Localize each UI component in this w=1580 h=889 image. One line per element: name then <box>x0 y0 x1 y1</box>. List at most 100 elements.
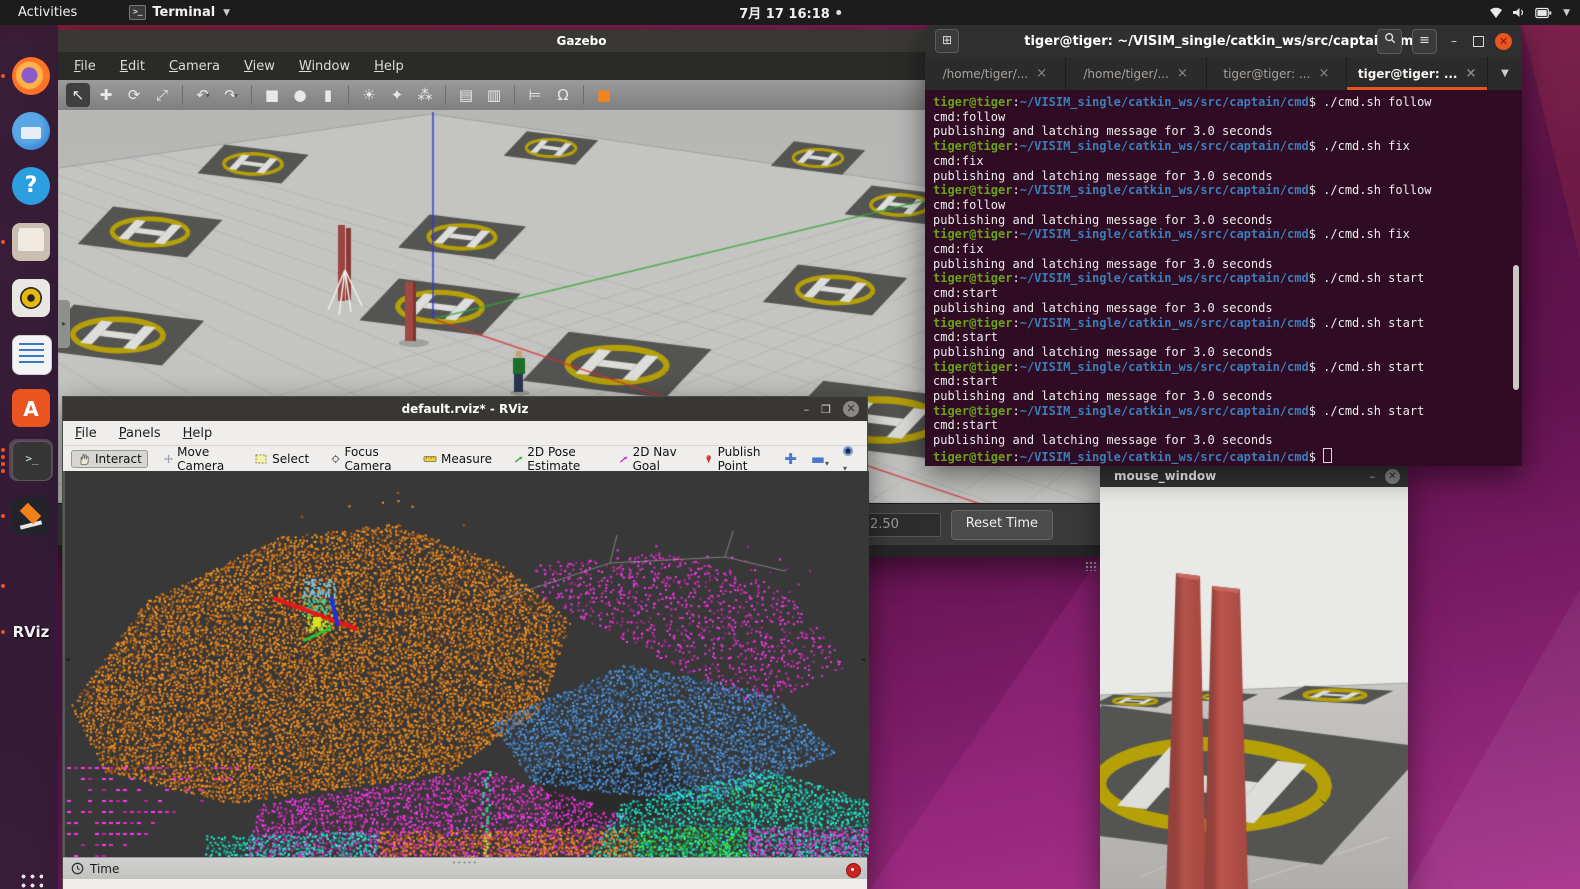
minimize-button[interactable]: – <box>1447 34 1461 48</box>
align-button[interactable]: ⊨ <box>523 83 547 107</box>
dock-item-gazebo[interactable] <box>9 495 53 537</box>
firefox-icon <box>12 57 50 95</box>
add-tool-button[interactable]: ✚ <box>784 450 797 468</box>
search-button[interactable] <box>1377 29 1402 54</box>
gazebo-menu-camera[interactable]: Camera <box>169 59 220 74</box>
tool-label: Select <box>272 452 309 466</box>
dock-item-rhythmbox[interactable] <box>9 277 53 319</box>
dock-item-gzclient[interactable] <box>9 565 53 607</box>
tab-close-button[interactable]: × <box>1036 66 1047 81</box>
mouse-3d-viewport[interactable] <box>1100 487 1408 889</box>
rviz-tool-2d-nav-goal[interactable]: 2D Nav Goal <box>613 443 688 475</box>
rviz-tool-move-camera[interactable]: Move Camera <box>158 443 238 475</box>
terminal-tab-4[interactable]: tiger@tiger: ...× <box>1347 57 1488 90</box>
scale-button[interactable]: ⤢ <box>150 83 174 107</box>
app-menu-button[interactable]: >_ Terminal ▼ <box>129 5 230 20</box>
gazebo-menu-file[interactable]: File <box>74 59 96 74</box>
running-indicator <box>1 55 5 97</box>
terminal-scrollbar-thumb[interactable] <box>1513 265 1519 390</box>
rviz-tool-2d-pose-estimate[interactable]: 2D Pose Estimate <box>508 443 603 475</box>
gazebo-menu-edit[interactable]: Edit <box>120 59 145 74</box>
prompt-line: tiger@tiger:~/VISIM_single/catkin_ws/src… <box>933 316 1522 331</box>
dock-item-rviz[interactable]: RViz <box>9 611 53 653</box>
view-angle-button[interactable]: ■ <box>592 83 616 107</box>
rviz-menubar: File Panels Help <box>63 421 867 445</box>
maximize-button[interactable] <box>1471 36 1485 47</box>
rviz-menu-file[interactable]: File <box>75 426 97 441</box>
tab-list-dropdown-button[interactable]: ▼ <box>1488 57 1522 90</box>
directional-light-button[interactable]: ⁂ <box>413 83 437 107</box>
dock-item-files[interactable] <box>9 221 53 263</box>
network-icon <box>1489 6 1503 19</box>
activities-button[interactable]: Activities <box>12 5 83 20</box>
indicator-dot <box>1 584 5 588</box>
red-pin-icon <box>704 452 713 466</box>
dock-item-libreoffice-writer[interactable] <box>9 333 53 375</box>
gazebo-left-panel-handle[interactable]: ▸ <box>58 300 70 348</box>
reset-time-button[interactable]: Reset Time <box>951 510 1053 540</box>
tab-close-button[interactable]: × <box>1318 66 1329 81</box>
dock-item-firefox[interactable] <box>9 55 53 97</box>
prompt-line: tiger@tiger:~/VISIM_single/catkin_ws/src… <box>933 404 1522 419</box>
terminal-tab-3[interactable]: tiger@tiger: ...× <box>1207 57 1348 90</box>
dock-item-ubuntu-software[interactable]: A <box>9 387 53 429</box>
terminal-tab-1[interactable]: /home/tiger/...× <box>925 57 1066 90</box>
time-panel-header[interactable]: ••••• Time <box>63 857 867 879</box>
dock-item-help[interactable]: ? <box>9 165 53 207</box>
terminal-output[interactable]: tiger@tiger:~/VISIM_single/catkin_ws/src… <box>925 90 1522 466</box>
spot-light-button[interactable]: ✦ <box>385 83 409 107</box>
dock-item-show-applications[interactable] <box>9 863 53 889</box>
rviz-tool-publish-point[interactable]: Publish Point <box>698 443 774 475</box>
time-panel-body <box>63 879 867 889</box>
close-button[interactable]: ✕ <box>1385 469 1400 484</box>
system-status-area[interactable]: ▼ <box>1489 6 1570 19</box>
translate-button[interactable]: ✚ <box>94 83 118 107</box>
gazebo-menu-help[interactable]: Help <box>374 59 404 74</box>
remove-tool-button[interactable]: ▬▾ <box>811 450 829 468</box>
terminal-tab-2[interactable]: /home/tiger/...× <box>1066 57 1207 90</box>
panel-drag-handle[interactable]: ••••• <box>452 859 478 867</box>
terminal-app-icon: >_ <box>129 5 146 20</box>
menu-button[interactable]: ≡ <box>1412 29 1437 54</box>
rviz-3d-viewport[interactable] <box>63 471 869 857</box>
time-panel-close-button[interactable] <box>846 863 861 878</box>
rotate-button[interactable]: ⟳ <box>122 83 146 107</box>
rviz-tool-select[interactable]: Select <box>248 450 315 468</box>
resize-grip[interactable] <box>1085 561 1097 571</box>
dock-item-thunderbird[interactable] <box>9 110 53 152</box>
gazebo-menu-window[interactable]: Window <box>299 59 350 74</box>
tab-close-button[interactable]: × <box>1177 66 1188 81</box>
paste-button[interactable]: ▥ <box>482 83 506 107</box>
tool-properties-button[interactable]: ▾ <box>843 445 853 473</box>
rviz-tool-measure[interactable]: Measure <box>417 450 498 468</box>
gazebo-menu-view[interactable]: View <box>244 59 275 74</box>
redo-button[interactable]: ↷▾ <box>219 83 243 107</box>
minimize-button[interactable]: – <box>804 403 810 416</box>
minimize-button[interactable]: – <box>1370 470 1376 483</box>
close-button[interactable]: ✕ <box>843 401 859 417</box>
select-arrow-button[interactable]: ↖ <box>66 83 90 107</box>
new-tab-button[interactable]: ⊞ <box>935 29 959 53</box>
cylinder-button[interactable]: ▮ <box>316 83 340 107</box>
indicator-dot <box>1 462 5 466</box>
dock-item-terminal[interactable]: >_ <box>9 439 53 481</box>
copy-button[interactable]: ▤ <box>454 83 478 107</box>
close-button[interactable]: ✕ <box>1495 33 1512 50</box>
undo-button[interactable]: ↶▾ <box>191 83 215 107</box>
maximize-button[interactable]: ❒ <box>821 403 831 416</box>
indicator-dot <box>1 469 5 473</box>
rviz-menu-panels[interactable]: Panels <box>119 426 161 441</box>
tab-close-button[interactable]: × <box>1466 66 1477 81</box>
gzclient-icon <box>12 567 50 605</box>
point-light-button[interactable]: ☀ <box>357 83 381 107</box>
clock-button[interactable]: 7月 17 16:18 <box>739 3 841 22</box>
rviz-menu-help[interactable]: Help <box>183 426 213 441</box>
snap-button[interactable]: Ω <box>551 83 575 107</box>
box-button[interactable]: ■ <box>260 83 284 107</box>
sphere-button[interactable]: ● <box>288 83 312 107</box>
rviz-tool-interact[interactable]: Interact <box>71 450 148 468</box>
views-panel-expand-arrow[interactable]: ◂ <box>860 655 865 665</box>
displays-panel-expand-arrow[interactable]: ◂ <box>65 655 70 665</box>
rviz-tool-focus-camera[interactable]: Focus Camera <box>325 443 407 475</box>
command-echo-line: cmd:follow <box>933 198 1522 213</box>
